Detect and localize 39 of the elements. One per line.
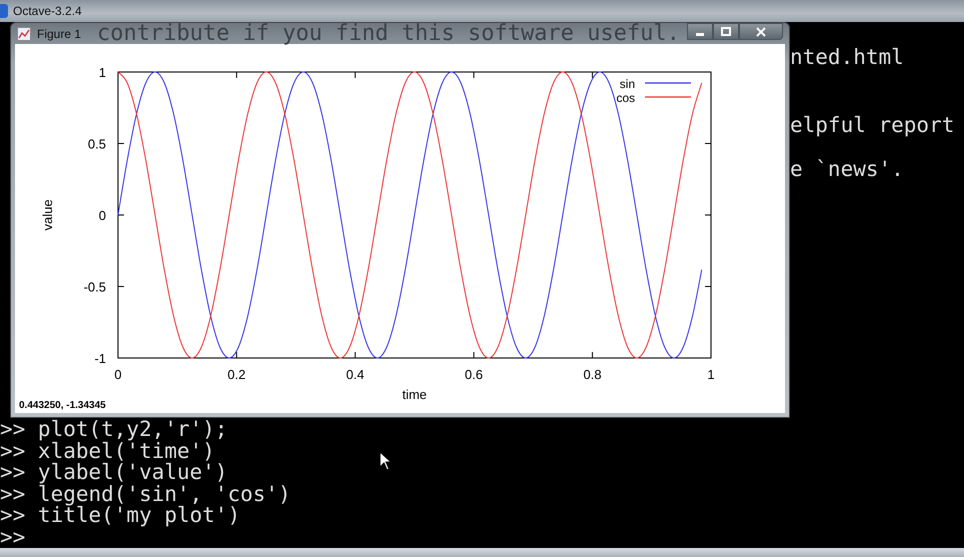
command-line: >> legend('sin', 'cos') [0, 484, 291, 505]
close-button[interactable] [739, 23, 783, 40]
legend-line [645, 96, 691, 98]
terminal-line: e `news'. [790, 159, 905, 180]
legend-label: sin [620, 77, 635, 91]
legend-label: cos [616, 91, 635, 105]
tick-label: 0 [98, 208, 106, 223]
terminal-line: contribute if you find this software useful. [97, 23, 680, 44]
tick-label: -1 [94, 351, 106, 366]
maximize-icon [721, 26, 731, 36]
axis-label: value [40, 199, 55, 231]
tick-label: 1 [98, 65, 106, 80]
axis-label: time [402, 387, 427, 400]
legend-line [645, 82, 691, 84]
command-line: >> ylabel('value') [0, 462, 228, 484]
command-line: >> plot(t,y2,'r'); [0, 419, 228, 440]
tick-label: 0 [114, 367, 122, 382]
app-icon [0, 4, 8, 18]
tick-label: 0.5 [88, 136, 106, 152]
tick-label: 0.8 [583, 367, 602, 382]
close-icon [756, 26, 766, 36]
command-line: >> title('my plot') [0, 505, 240, 526]
window-title: Octave-3.2.4 [13, 4, 82, 18]
minimize-icon [696, 33, 704, 36]
tick-label: 1 [707, 367, 715, 382]
command-line: >> [0, 526, 26, 548]
maximize-button[interactable] [713, 23, 739, 40]
tick-label: -0.5 [84, 280, 106, 294]
window-title: Figure 1 [37, 26, 82, 40]
tick-label: 0.2 [228, 367, 246, 382]
mouse-cursor-icon [379, 451, 393, 471]
terminal-line: nted.html [790, 47, 905, 68]
terminal-line: elpful report [790, 114, 956, 136]
command-line: >> xlabel('time') [0, 440, 215, 462]
chart-icon [17, 26, 31, 40]
tick-label: 0.6 [464, 367, 483, 382]
cursor-coordinates: 0.443250, -1.34345 [18, 400, 107, 411]
minimize-button[interactable] [687, 23, 713, 40]
tick-label: 0.4 [346, 367, 364, 382]
